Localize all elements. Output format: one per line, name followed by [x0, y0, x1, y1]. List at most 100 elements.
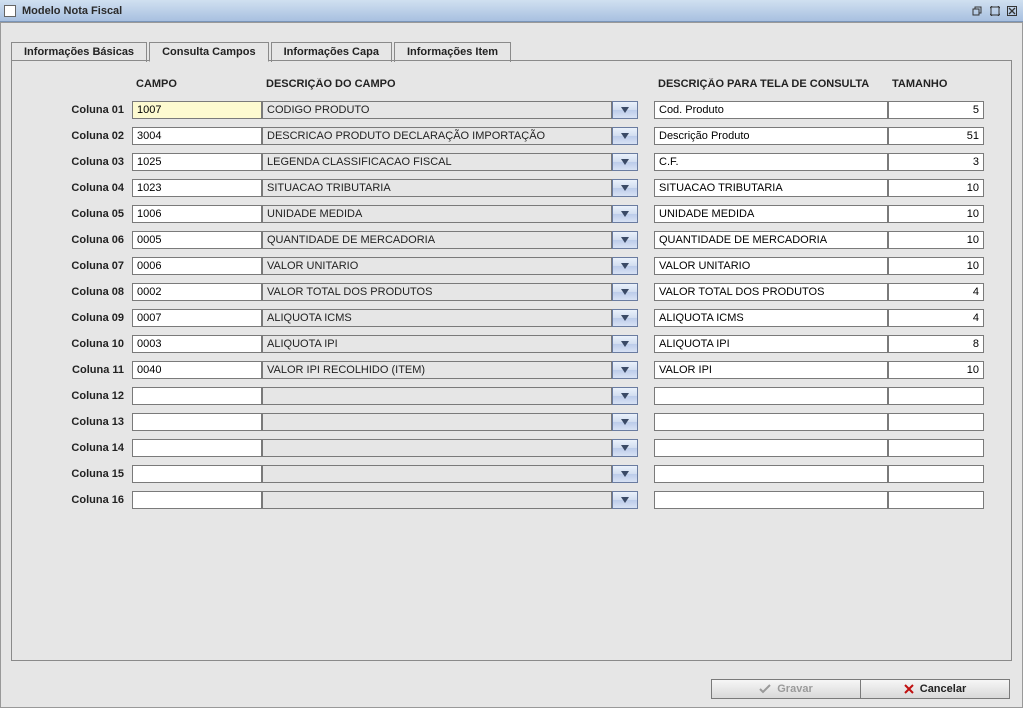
- campo-input[interactable]: [132, 361, 262, 379]
- campo-input[interactable]: [132, 465, 262, 483]
- tab-consulta-campos[interactable]: Consulta Campos: [149, 42, 269, 62]
- tamanho-input[interactable]: [888, 387, 984, 405]
- query-input[interactable]: [654, 335, 888, 353]
- query-input[interactable]: [654, 283, 888, 301]
- descricao-display: UNIDADE MEDIDA: [262, 205, 612, 223]
- campo-input[interactable]: [132, 387, 262, 405]
- dropdown-button[interactable]: [612, 127, 638, 145]
- campo-input[interactable]: [132, 491, 262, 509]
- tamanho-input[interactable]: [888, 439, 984, 457]
- query-input[interactable]: [654, 257, 888, 275]
- maximize-icon[interactable]: [988, 4, 1002, 18]
- row-label: Coluna 13: [22, 416, 132, 428]
- tamanho-input[interactable]: [888, 101, 984, 119]
- tamanho-input[interactable]: [888, 335, 984, 353]
- chevron-down-icon: [621, 364, 629, 376]
- close-icon[interactable]: [1005, 4, 1019, 18]
- query-input[interactable]: [654, 361, 888, 379]
- campo-input[interactable]: [132, 127, 262, 145]
- table-row: Coluna 07VALOR UNITARIO: [22, 253, 1001, 279]
- query-input[interactable]: [654, 439, 888, 457]
- row-label: Coluna 04: [22, 182, 132, 194]
- campo-input[interactable]: [132, 101, 262, 119]
- col-header-campo: CAMPO: [132, 78, 262, 90]
- query-input[interactable]: [654, 413, 888, 431]
- tamanho-input[interactable]: [888, 231, 984, 249]
- chevron-down-icon: [621, 156, 629, 168]
- campo-input[interactable]: [132, 153, 262, 171]
- tamanho-input[interactable]: [888, 361, 984, 379]
- dropdown-button[interactable]: [612, 283, 638, 301]
- chevron-down-icon: [621, 468, 629, 480]
- dropdown-button[interactable]: [612, 335, 638, 353]
- tab-panel: CAMPO DESCRIÇÃO DO CAMPO DESCRIÇÃO PARA …: [11, 61, 1012, 661]
- restore-down-icon[interactable]: [971, 4, 985, 18]
- tamanho-input[interactable]: [888, 257, 984, 275]
- tamanho-input[interactable]: [888, 491, 984, 509]
- dropdown-button[interactable]: [612, 387, 638, 405]
- dropdown-button[interactable]: [612, 257, 638, 275]
- tamanho-input[interactable]: [888, 413, 984, 431]
- dropdown-button[interactable]: [612, 153, 638, 171]
- tamanho-input[interactable]: [888, 179, 984, 197]
- tamanho-input[interactable]: [888, 283, 984, 301]
- query-input[interactable]: [654, 231, 888, 249]
- query-input[interactable]: [654, 387, 888, 405]
- table-row: Coluna 04SITUACAO TRIBUTARIA: [22, 175, 1001, 201]
- descricao-display: LEGENDA CLASSIFICACAO FISCAL: [262, 153, 612, 171]
- table-row: Coluna 03LEGENDA CLASSIFICACAO FISCAL: [22, 149, 1001, 175]
- tamanho-input[interactable]: [888, 309, 984, 327]
- dropdown-button[interactable]: [612, 179, 638, 197]
- tab-informacoes-basicas[interactable]: Informações Básicas: [11, 42, 147, 62]
- query-input[interactable]: [654, 101, 888, 119]
- dropdown-button[interactable]: [612, 205, 638, 223]
- tamanho-input[interactable]: [888, 153, 984, 171]
- cancelar-button[interactable]: Cancelar: [860, 679, 1010, 699]
- campo-input[interactable]: [132, 413, 262, 431]
- row-label: Coluna 14: [22, 442, 132, 454]
- tab-informacoes-capa[interactable]: Informações Capa: [271, 42, 392, 62]
- tamanho-input[interactable]: [888, 205, 984, 223]
- campo-input[interactable]: [132, 231, 262, 249]
- query-input[interactable]: [654, 179, 888, 197]
- dropdown-button[interactable]: [612, 465, 638, 483]
- campo-input[interactable]: [132, 205, 262, 223]
- gravar-button[interactable]: Gravar: [711, 679, 861, 699]
- query-input[interactable]: [654, 205, 888, 223]
- chevron-down-icon: [621, 130, 629, 142]
- dropdown-button[interactable]: [612, 231, 638, 249]
- descricao-display: [262, 439, 612, 457]
- chevron-down-icon: [621, 338, 629, 350]
- query-input[interactable]: [654, 153, 888, 171]
- query-input[interactable]: [654, 465, 888, 483]
- descricao-display: DESCRICAO PRODUTO DECLARAÇÃO IMPORTAÇÃO: [262, 127, 612, 145]
- query-input[interactable]: [654, 491, 888, 509]
- campo-input[interactable]: [132, 283, 262, 301]
- dropdown-button[interactable]: [612, 413, 638, 431]
- footer-buttons: Gravar Cancelar: [712, 679, 1010, 699]
- query-input[interactable]: [654, 127, 888, 145]
- dropdown-button[interactable]: [612, 101, 638, 119]
- row-label: Coluna 09: [22, 312, 132, 324]
- tamanho-input[interactable]: [888, 127, 984, 145]
- descricao-display: CODIGO PRODUTO: [262, 101, 612, 119]
- chevron-down-icon: [621, 494, 629, 506]
- campo-input[interactable]: [132, 179, 262, 197]
- tamanho-input[interactable]: [888, 465, 984, 483]
- campo-input[interactable]: [132, 309, 262, 327]
- campo-input[interactable]: [132, 335, 262, 353]
- row-label: Coluna 07: [22, 260, 132, 272]
- query-input[interactable]: [654, 309, 888, 327]
- dropdown-button[interactable]: [612, 439, 638, 457]
- dropdown-button[interactable]: [612, 491, 638, 509]
- descricao-display: [262, 491, 612, 509]
- chevron-down-icon: [621, 260, 629, 272]
- campo-input[interactable]: [132, 257, 262, 275]
- dropdown-button[interactable]: [612, 361, 638, 379]
- row-label: Coluna 08: [22, 286, 132, 298]
- descricao-display: QUANTIDADE DE MERCADORIA: [262, 231, 612, 249]
- tab-informacoes-item[interactable]: Informações Item: [394, 42, 511, 62]
- campo-input[interactable]: [132, 439, 262, 457]
- chevron-down-icon: [621, 286, 629, 298]
- dropdown-button[interactable]: [612, 309, 638, 327]
